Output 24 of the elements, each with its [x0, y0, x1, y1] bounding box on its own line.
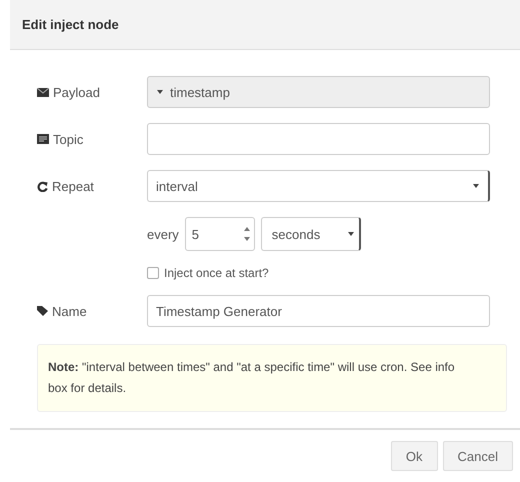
list-icon: [37, 134, 49, 144]
topic-input[interactable]: [147, 123, 490, 155]
field-label: Repeat: [52, 178, 94, 194]
note-text: Note: "interval between times" and "at a specific time" will use cron. See info box for details.: [37, 344, 507, 412]
caret-icon: [472, 182, 480, 190]
field-label: Topic: [53, 132, 84, 146]
caret-icon: [156, 88, 164, 96]
caret-icon: [346, 230, 355, 238]
field-label: Payload: [53, 84, 100, 100]
tag-icon: [37, 306, 48, 316]
name-input[interactable]: Timestamp Generator: [147, 295, 490, 327]
spinner-arrows-icon[interactable]: [244, 225, 250, 243]
envelope-icon: [37, 88, 49, 96]
cancel-button[interactable]: Cancel: [442, 441, 513, 471]
ok-button[interactable]: Ok: [390, 441, 438, 471]
dialog-title: Edit inject node: [22, 17, 119, 32]
payload-type-select[interactable]: timestamp: [147, 76, 490, 108]
every-label: every: [147, 226, 179, 242]
repeat-select[interactable]: interval: [147, 170, 490, 202]
field-label: Name: [52, 304, 87, 318]
inject-once-checkbox[interactable]: Inject once at start?: [147, 266, 490, 280]
unit-select[interactable]: seconds: [260, 217, 361, 251]
refresh-icon: [37, 180, 48, 192]
interval-spinner[interactable]: 5: [184, 217, 255, 251]
